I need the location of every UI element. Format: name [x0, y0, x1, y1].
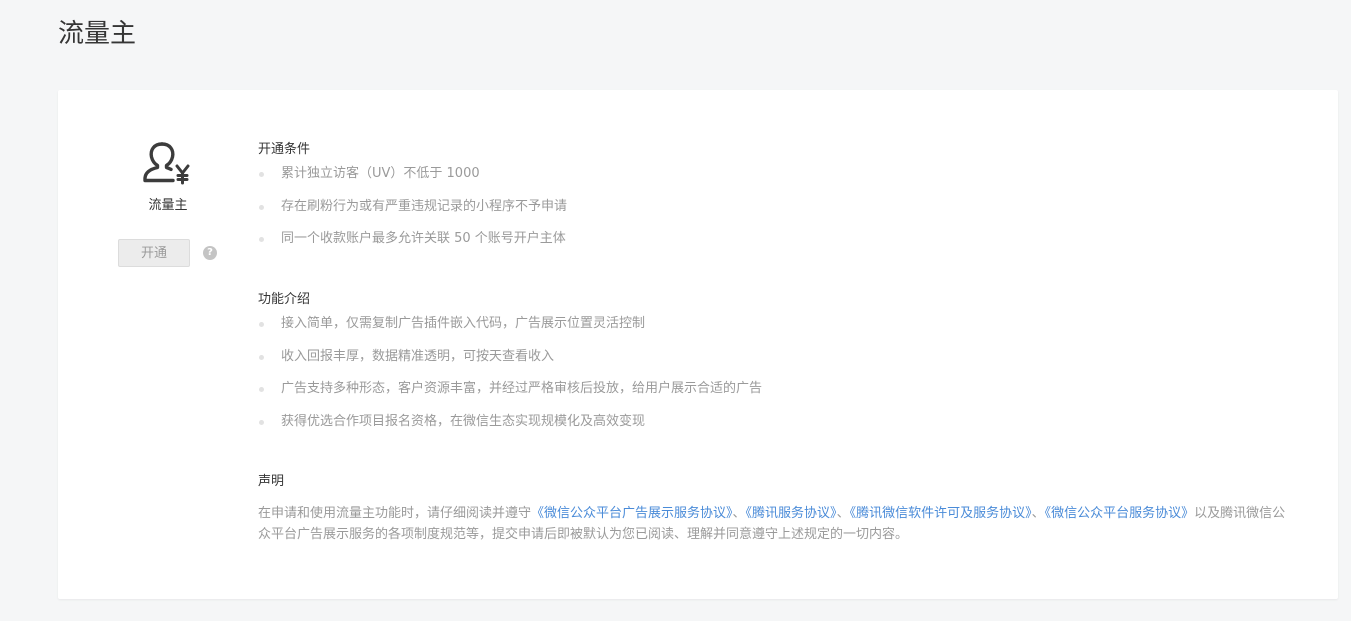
separator: 、 — [1031, 506, 1045, 521]
bullet-dot-icon — [259, 172, 264, 177]
open-button[interactable]: 开通 — [118, 239, 190, 267]
main-card: 流量主 开通 ? 开通条件 累计独立访客（UV）不低于 1000 存在刷粉行为或… — [58, 90, 1338, 599]
user-yuan-icon — [143, 142, 190, 185]
ad-display-agreement-link[interactable]: 《微信公众平台广告展示服务协议》 — [531, 506, 733, 521]
wechat-software-license-link[interactable]: 《腾讯微信软件许可及服务协议》 — [850, 506, 1032, 521]
open-action-row: 开通 ? — [118, 239, 278, 269]
conditions-list: 累计独立访客（UV）不低于 1000 存在刷粉行为或有严重违规记录的小程序不予申… — [258, 165, 1288, 248]
bullet-dot-icon — [259, 419, 264, 425]
list-item: 同一个收款账户最多允许关联 50 个账号开户主体 — [258, 230, 1288, 248]
list-item-text: 获得优选合作项目报名资格，在微信生态实现规模化及高效变现 — [281, 413, 646, 429]
statement-text: 在申请和使用流量主功能时，请仔细阅读并遵守《微信公众平台广告展示服务协议》、《腾… — [258, 503, 1288, 545]
list-item-text: 存在刷粉行为或有严重违规记录的小程序不予申请 — [281, 198, 568, 214]
bullet-dot-icon — [259, 387, 264, 392]
features-title: 功能介绍 — [258, 292, 311, 307]
conditions-title: 开通条件 — [258, 142, 311, 157]
bullet-dot-icon — [259, 322, 264, 327]
product-name: 流量主 — [148, 198, 188, 213]
bullet-dot-icon — [259, 354, 264, 360]
platform-service-agreement-link[interactable]: 《微信公众平台服务协议》 — [1045, 506, 1195, 521]
statement-prefix: 在申请和使用流量主功能时，请仔细阅读并遵守 — [258, 506, 532, 521]
list-item: 获得优选合作项目报名资格，在微信生态实现规模化及高效变现 — [258, 413, 1288, 431]
statement-section: 声明 在申请和使用流量主功能时，请仔细阅读并遵守《微信公众平台广告展示服务协议》… — [258, 473, 1288, 545]
features-list: 接入简单，仅需复制广告插件嵌入代码，广告展示位置灵活控制 收入回报丰厚，数据精准… — [258, 315, 1288, 431]
list-item: 收入回报丰厚，数据精准透明，可按天查看收入 — [258, 348, 1288, 366]
list-item-text: 累计独立访客（UV）不低于 1000 — [281, 166, 480, 181]
features-section: 功能介绍 接入简单，仅需复制广告插件嵌入代码，广告展示位置灵活控制 收入回报丰厚… — [258, 291, 1288, 473]
list-item-text: 收入回报丰厚，数据精准透明，可按天查看收入 — [281, 348, 555, 364]
details-panel: 开通条件 累计独立访客（UV）不低于 1000 存在刷粉行为或有严重违规记录的小… — [258, 141, 1288, 545]
list-item: 累计独立访客（UV）不低于 1000 — [258, 165, 1288, 183]
statement-title: 声明 — [258, 474, 285, 489]
separator: 、 — [732, 506, 746, 521]
bullet-dot-icon — [259, 204, 264, 210]
list-item: 接入简单，仅需复制广告插件嵌入代码，广告展示位置灵活控制 — [258, 315, 1288, 333]
list-item: 存在刷粉行为或有严重违规记录的小程序不予申请 — [258, 198, 1288, 216]
list-item: 广告支持多种形态，客户资源丰富，并经过严格审核后投放，给用户展示合适的广告 — [258, 380, 1288, 398]
list-item-text: 广告支持多种形态，客户资源丰富，并经过严格审核后投放，给用户展示合适的广告 — [281, 381, 763, 396]
question-circle-icon[interactable]: ? — [203, 246, 217, 260]
list-item-text: 接入简单，仅需复制广告插件嵌入代码，广告展示位置灵活控制 — [281, 316, 646, 331]
list-item-text: 同一个收款账户最多允许关联 50 个账号开户主体 — [281, 231, 566, 246]
tencent-service-agreement-link[interactable]: 《腾讯服务协议》 — [746, 506, 837, 521]
product-panel: 流量主 — [118, 138, 218, 215]
conditions-section: 开通条件 累计独立访客（UV）不低于 1000 存在刷粉行为或有严重违规记录的小… — [258, 141, 1288, 291]
page-title: 流量主 — [58, 19, 137, 49]
separator: 、 — [836, 506, 850, 521]
bullet-dot-icon — [259, 237, 264, 242]
